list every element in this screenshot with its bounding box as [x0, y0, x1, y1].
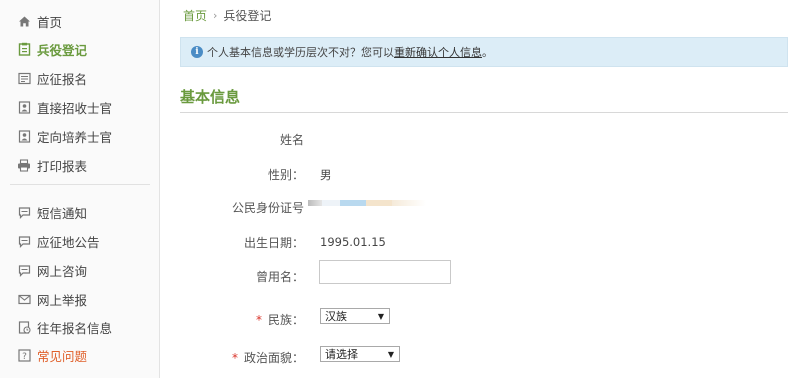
id-number-label: 公民身份证号: [231, 201, 304, 215]
birth-date-label: 出生日期：: [243, 236, 304, 250]
breadcrumb-current: 兵役登记: [223, 8, 272, 23]
political-status-label: * 政治面貌：: [164, 349, 304, 366]
section-divider: [180, 112, 788, 113]
clipboard-icon: [17, 42, 31, 56]
political-status-selected-value: 请选择: [325, 348, 358, 361]
sidebar-item-home[interactable]: 首页: [0, 7, 159, 35]
info-notice: i 个人基本信息或学历层次不对？您可以 重新确认个人信息 。: [180, 37, 788, 67]
sidebar-item-local-announcement[interactable]: 应征地公告: [0, 227, 159, 255]
sidebar-item-sms-notice[interactable]: 短信通知: [0, 198, 159, 226]
reconfirm-info-link[interactable]: 重新确认个人信息: [394, 44, 482, 60]
sidebar-item-label: 短信通知: [37, 205, 88, 221]
breadcrumb-home-link[interactable]: 首页: [183, 7, 207, 24]
history-icon: [17, 320, 31, 334]
mail-icon: [17, 292, 31, 306]
sidebar-item-directed-nco-training[interactable]: 定向培养士官: [0, 122, 159, 150]
birth-date-value: 1995.01.15: [320, 235, 386, 249]
sidebar-item-label: 网上举报: [37, 292, 88, 308]
sidebar-item-past-applications[interactable]: 往年报名信息: [0, 313, 159, 341]
printer-icon: [17, 158, 31, 172]
sidebar-item-label: 往年报名信息: [37, 320, 113, 336]
id-number-masked: [308, 198, 426, 208]
ethnicity-label: * 民族：: [164, 311, 304, 328]
sidebar-item-label: 兵役登记: [37, 42, 88, 58]
sidebar-divider: [10, 184, 150, 185]
chat-icon: [17, 205, 31, 219]
gender-value: 男: [320, 168, 332, 182]
sidebar-item-label: 首页: [37, 14, 63, 30]
ethnicity-select[interactable]: 汉族 ▼: [320, 308, 390, 324]
chat-icon: [17, 234, 31, 248]
id-card-icon: [17, 129, 31, 143]
notice-suffix: 。: [482, 46, 493, 59]
sidebar-item-online-consult[interactable]: 网上咨询: [0, 256, 159, 284]
required-mark: *: [231, 351, 238, 365]
ethnicity-selected-value: 汉族: [325, 310, 347, 323]
sidebar-item-label: 网上咨询: [37, 263, 88, 279]
question-icon: ?: [17, 348, 31, 362]
required-mark: *: [255, 313, 262, 327]
ethnicity-label-text: 民族：: [267, 313, 304, 327]
notice-text: 个人基本信息或学历层次不对？您可以: [207, 46, 394, 59]
home-icon: [17, 14, 31, 28]
political-status-label-text: 政治面貌：: [243, 351, 304, 365]
id-card-icon: [17, 100, 31, 114]
sidebar-item-enlistment-application[interactable]: 应征报名: [0, 64, 159, 92]
gender-label: 性别：: [267, 168, 304, 182]
sidebar-item-label: 常见问题: [37, 348, 88, 364]
sidebar-item-label: 直接招收士官: [37, 100, 113, 116]
sidebar-item-faq[interactable]: ? 常见问题: [0, 341, 159, 369]
sidebar-item-military-registration[interactable]: 兵役登记: [0, 35, 159, 63]
dropdown-arrow-icon: ▼: [387, 349, 394, 359]
sidebar-item-label: 打印报表: [37, 158, 88, 174]
political-status-select[interactable]: 请选择 ▼: [320, 346, 400, 362]
alias-input[interactable]: [319, 260, 451, 284]
sidebar-item-label: 应征报名: [37, 71, 88, 87]
alias-label: 曾用名：: [255, 270, 304, 284]
sidebar: 首页 兵役登记 应征报名 直接招收士官 定向培养士官 打印报表 短信通知 应征地…: [0, 0, 160, 378]
info-icon: i: [191, 46, 203, 58]
sidebar-item-label: 应征地公告: [37, 234, 100, 250]
sidebar-item-direct-nco-recruit[interactable]: 直接招收士官: [0, 93, 159, 121]
dropdown-arrow-icon: ▼: [377, 311, 384, 321]
breadcrumb: 首页 › 兵役登记: [183, 6, 271, 24]
chat-icon: [17, 263, 31, 277]
section-title: 基本信息: [180, 88, 241, 106]
breadcrumb-separator: ›: [213, 8, 218, 22]
sidebar-item-online-report[interactable]: 网上举报: [0, 285, 159, 313]
form-icon: [17, 71, 31, 85]
name-label: 姓名: [279, 133, 304, 147]
svg-text:?: ?: [22, 352, 27, 362]
sidebar-item-label: 定向培养士官: [37, 129, 113, 145]
sidebar-item-print-report[interactable]: 打印报表: [0, 151, 159, 179]
